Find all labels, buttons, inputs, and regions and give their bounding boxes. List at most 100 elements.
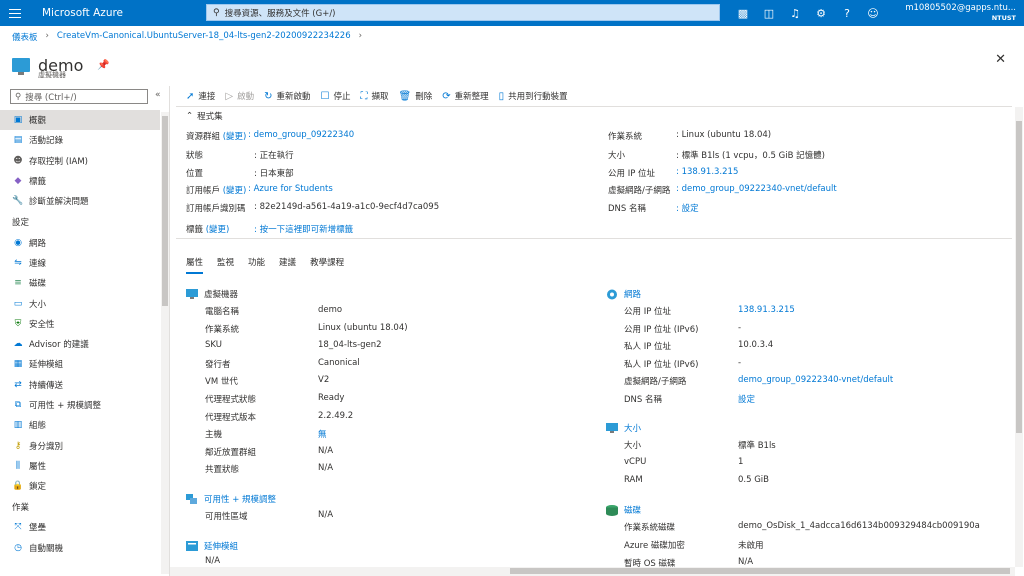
subscription-link[interactable]: : Azure for Students xyxy=(248,184,333,194)
sidebar-search-input[interactable]: ⚲ 搜尋 (Ctrl+/) xyxy=(10,89,148,104)
change-link[interactable]: (變更) xyxy=(223,132,247,142)
os-text: Linux (ubuntu 18.04) xyxy=(681,130,772,140)
sidebar-item-advisor[interactable]: ☁ Advisor 的建議 xyxy=(0,334,160,354)
menu-icon[interactable] xyxy=(0,0,30,26)
section-title-link[interactable]: 延伸模組 xyxy=(204,540,238,552)
start-button[interactable]: ▷ 啟動 xyxy=(225,90,254,103)
notifications-icon[interactable]: ♫ xyxy=(782,7,808,20)
settings-icon[interactable]: ⚙ xyxy=(808,7,834,20)
sidebar-item-security[interactable]: ⛨ 安全性 xyxy=(0,314,160,334)
change-link[interactable]: (變更) xyxy=(206,225,230,235)
horizontal-scroll-thumb[interactable] xyxy=(510,568,1010,574)
help-icon[interactable]: ? xyxy=(834,7,860,20)
wrench-icon: 🔧 xyxy=(12,196,24,207)
sidebar-item-continuous-delivery[interactable]: ⇄ 持續傳送 xyxy=(0,375,160,395)
sidebar-item-iam[interactable]: ☻ 存取控制 (IAM) xyxy=(0,151,160,171)
sidebar-item-label: 存取控制 (IAM) xyxy=(29,156,88,167)
close-icon[interactable]: ✕ xyxy=(995,52,1006,67)
essentials-key: 公用 IP 位址 xyxy=(608,169,656,179)
sidebar-item-properties[interactable]: ⫼ 屬性 xyxy=(0,456,160,476)
tab-monitoring[interactable]: 監視 xyxy=(217,256,234,274)
sidebar-item-connect[interactable]: ⇋ 連線 xyxy=(0,253,160,273)
horizontal-scrollbar[interactable] xyxy=(170,567,1015,576)
section-title-link[interactable]: 大小 xyxy=(624,422,641,434)
vm-property-value[interactable]: 無 xyxy=(318,428,327,440)
brand-title[interactable]: Microsoft Azure xyxy=(30,7,200,19)
breadcrumb-deployment[interactable]: CreateVm-Canonical.UbuntuServer-18_04-lt… xyxy=(57,31,351,43)
sidebar-scroll-thumb[interactable] xyxy=(162,116,168,306)
breadcrumb-dashboard[interactable]: 儀表板 xyxy=(12,31,38,43)
resource-group-value: demo_group_09222340 xyxy=(253,130,355,140)
add-tags-link[interactable]: : 按一下這裡即可新增標籤 xyxy=(254,223,353,235)
sidebar-item-extensions[interactable]: ▦ 延伸模組 xyxy=(0,354,160,374)
sidebar-item-activity-log[interactable]: ▤ 活動記錄 xyxy=(0,130,160,150)
pin-icon[interactable]: 📌 xyxy=(97,60,109,71)
sidebar-item-label: 延伸模組 xyxy=(29,360,64,371)
mobile-icon: ▯ xyxy=(498,90,505,102)
capture-button[interactable]: ⛶ 擷取 xyxy=(361,90,389,103)
directory-filter-icon[interactable]: ◫ xyxy=(756,7,782,20)
collapse-sidebar-icon[interactable]: « xyxy=(155,90,161,100)
section-title-link[interactable]: 網路 xyxy=(624,288,641,300)
tab-properties[interactable]: 屬性 xyxy=(186,256,204,274)
sidebar-item-label: Advisor 的建議 xyxy=(29,340,89,351)
tab-capabilities[interactable]: 功能 xyxy=(248,256,265,274)
main-scroll-thumb[interactable] xyxy=(1016,121,1022,433)
share-mobile-label: 共用到行動裝置 xyxy=(508,92,568,102)
sidebar-item-disks[interactable]: ≡ 磁碟 xyxy=(0,273,160,293)
sidebar-item-diagnose[interactable]: 🔧 診斷並解決問題 xyxy=(0,191,160,211)
sidebar-item-configuration[interactable]: ▥ 組態 xyxy=(0,415,160,435)
divider xyxy=(176,238,1012,239)
user-account[interactable]: m10805502@gapps.ntu... NTUST xyxy=(905,3,1016,23)
sidebar-item-bastion[interactable]: ⤧ 堡壘 xyxy=(0,517,160,537)
size-value: : 標準 B1ls (1 vcpu，0.5 GiB 記憶體) xyxy=(676,151,825,161)
network-property-key: 虛擬網路/子網路 xyxy=(624,377,687,388)
availability-zone-key: 可用性區域 xyxy=(205,512,248,522)
restart-button[interactable]: ↻ 重新啟動 xyxy=(264,90,311,103)
sidebar-item-identity[interactable]: ⚷ 身分識別 xyxy=(0,435,160,455)
essentials-subscription-id: 訂用帳戶識別碼 : 82e2149d-a561-4a19-a1c0-9ecf4d… xyxy=(186,202,439,214)
tab-tutorials[interactable]: 教學課程 xyxy=(310,256,344,274)
sidebar-item-label: 鎖定 xyxy=(29,482,47,493)
sidebar-item-tags[interactable]: ◆ 標籤 xyxy=(0,171,160,191)
feedback-icon[interactable]: ☺ xyxy=(860,7,886,20)
network-property-value: - xyxy=(738,322,742,333)
tab-recommendations[interactable]: 建議 xyxy=(279,256,296,274)
resource-group-link[interactable]: : demo_group_09222340 xyxy=(248,130,354,140)
network-property-key: 私人 IP 位址 (IPv6) xyxy=(624,359,699,370)
cloud-shell-icon[interactable]: ▩ xyxy=(730,7,756,20)
section-title-link[interactable]: 磁碟 xyxy=(624,504,641,516)
sidebar-item-networking[interactable]: ◉ 網路 xyxy=(0,232,160,252)
overview-icon: ▣ xyxy=(13,115,23,126)
main-scrollbar[interactable] xyxy=(1015,107,1023,567)
dns-configure-link[interactable]: : 設定 xyxy=(676,202,699,214)
share-mobile-button[interactable]: ▯ 共用到行動裝置 xyxy=(498,90,568,103)
essentials-key: 大小 xyxy=(608,151,626,161)
essentials-vnet: 虛擬網路/子網路 : demo_group_09222340-vnet/defa… xyxy=(608,184,837,196)
network-property-value[interactable]: 138.91.3.215 xyxy=(738,305,795,315)
section-title-link[interactable]: 可用性 + 規模調整 xyxy=(204,493,276,505)
sidebar-scrollbar[interactable] xyxy=(161,112,169,574)
vm-property-value: Ready xyxy=(318,393,345,403)
sidebar-item-auto-shutdown[interactable]: ◷ 自動關機 xyxy=(0,538,160,558)
restart-label: 重新啟動 xyxy=(276,92,311,102)
delete-button[interactable]: 🗑 刪除 xyxy=(399,90,433,103)
divider xyxy=(176,106,1012,107)
global-search-input[interactable]: ⚲ 搜尋資源、服務及文件 (G+/) xyxy=(206,4,720,21)
essentials-toggle[interactable]: ⌃ 程式集 xyxy=(186,110,223,122)
sidebar-item-size[interactable]: ▭ 大小 xyxy=(0,293,160,313)
stop-button[interactable]: ☐ 停止 xyxy=(321,90,351,103)
network-property-value[interactable]: 設定 xyxy=(738,393,755,405)
iam-icon: ☻ xyxy=(13,155,23,166)
chevron-up-icon: ⌃ xyxy=(186,111,194,121)
refresh-button[interactable]: ⟳ 重新整理 xyxy=(442,90,488,103)
network-property-value[interactable]: demo_group_09222340-vnet/default xyxy=(738,375,893,385)
vnet-link[interactable]: : demo_group_09222340-vnet/default xyxy=(676,184,837,194)
public-ip-link[interactable]: : 138.91.3.215 xyxy=(676,167,738,177)
size-property-key: vCPU xyxy=(624,457,647,467)
sidebar-item-availability[interactable]: ⧉ 可用性 + 規模調整 xyxy=(0,395,160,415)
connect-button[interactable]: ➚ 連接 xyxy=(186,90,215,103)
sidebar-item-locks[interactable]: 🔒 鎖定 xyxy=(0,476,160,496)
sidebar-item-overview[interactable]: ▣ 概觀 xyxy=(0,110,160,131)
change-link[interactable]: (變更) xyxy=(223,186,247,196)
